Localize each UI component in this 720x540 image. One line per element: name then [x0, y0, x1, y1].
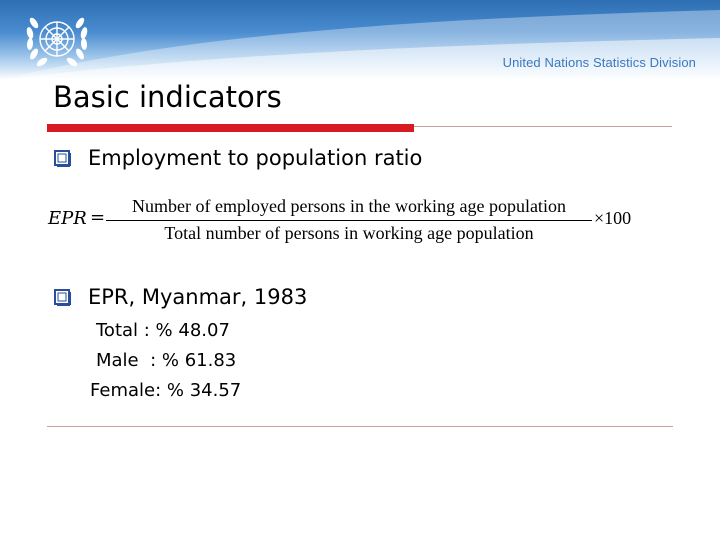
- title-rule-thin: [414, 126, 672, 127]
- bullet-text: Employment to population ratio: [88, 146, 423, 170]
- title-rule-red: [47, 124, 414, 132]
- formula-numerator: Number of employed persons in the workin…: [132, 196, 566, 216]
- stat-male: Male : % 61.83: [96, 350, 237, 371]
- formula-fraction-bar: [106, 220, 592, 221]
- formula-multiplier: ×100: [594, 208, 632, 228]
- un-emblem-icon: [26, 17, 88, 67]
- stat-total: Total : % 48.07: [96, 320, 230, 341]
- checkbox-bullet-icon: [54, 288, 71, 306]
- formula-equals: =: [90, 207, 106, 228]
- bullet-employment: Employment to population ratio: [54, 146, 422, 170]
- slide: United Nations Statistics Division Basic…: [0, 0, 720, 540]
- bullet-epr-myanmar: EPR, Myanmar, 1983: [54, 285, 307, 309]
- epr-formula: EPR = Number of employed persons in the …: [48, 194, 648, 248]
- slide-title: Basic indicators: [53, 80, 282, 114]
- stat-female: Female: % 34.57: [90, 380, 242, 401]
- formula-denominator: Total number of persons in working age p…: [164, 223, 534, 243]
- formula-lhs: EPR: [48, 208, 87, 229]
- division-name: United Nations Statistics Division: [502, 55, 696, 70]
- bottom-rule: [47, 426, 673, 427]
- checkbox-bullet-icon: [54, 149, 71, 167]
- bullet-text: EPR, Myanmar, 1983: [88, 285, 308, 309]
